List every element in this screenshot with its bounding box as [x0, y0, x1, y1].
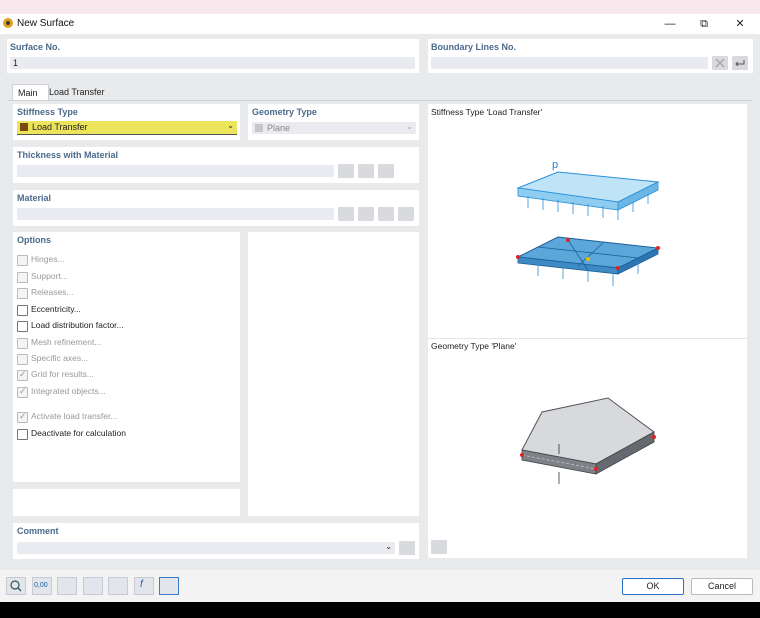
preview-divider — [428, 338, 747, 339]
boundary-lines-panel: Boundary Lines No. — [428, 39, 753, 73]
info-panel — [13, 489, 240, 516]
plane-geometry-illustration — [520, 397, 656, 484]
comment-label: Comment — [17, 526, 59, 536]
library-icon[interactable] — [338, 207, 354, 221]
chevron-down-icon: ⌄ — [385, 542, 392, 551]
cancel-button[interactable]: Cancel — [691, 578, 753, 595]
display-icon[interactable] — [83, 577, 103, 595]
title-bar: New Surface — ⧉ ✕ — [0, 14, 760, 34]
chevron-down-icon: ⌄ — [406, 122, 413, 131]
boundary-lines-input[interactable] — [431, 57, 708, 69]
new-material-icon[interactable] — [358, 207, 374, 221]
comment-panel: Comment ⌄ — [13, 523, 419, 559]
options-label: Options — [17, 235, 51, 245]
close-button[interactable]: ✕ — [726, 16, 754, 32]
edit-material-icon[interactable] — [378, 207, 394, 221]
stiffness-panel: Stiffness Type Load Transfer ⌄ — [13, 104, 240, 140]
function-icon[interactable]: f — [134, 577, 154, 595]
chevron-down-icon: ⌄ — [227, 121, 234, 130]
comment-edit-icon[interactable] — [399, 541, 415, 555]
load-symbol: p — [552, 159, 558, 171]
app-icon — [3, 18, 13, 28]
material-panel: Material — [13, 190, 419, 226]
grid-icon[interactable] — [57, 577, 77, 595]
search-icon[interactable] — [6, 577, 26, 595]
model-icon[interactable] — [108, 577, 128, 595]
pick-icon[interactable] — [712, 56, 728, 70]
minimize-button[interactable]: — — [656, 16, 684, 32]
window-title: New Surface — [17, 18, 75, 29]
surface-no-label: Surface No. — [10, 42, 61, 52]
ok-button[interactable]: OK — [622, 578, 684, 595]
boundary-lines-label: Boundary Lines No. — [431, 42, 517, 52]
units-icon[interactable]: 0,00 — [32, 577, 52, 595]
tab-load-transfer[interactable]: Load Transfer — [44, 84, 114, 100]
thickness-label: Thickness with Material — [17, 150, 119, 160]
geometry-label: Geometry Type — [252, 107, 317, 117]
geometry-select: Plane ⌄ — [252, 122, 416, 134]
stiffness-preview-caption: Stiffness Type 'Load Transfer' — [431, 107, 543, 117]
geometry-panel: Geometry Type Plane ⌄ — [248, 104, 419, 140]
option-details-panel — [248, 232, 419, 516]
load-transfer-illustration: p — [516, 159, 660, 286]
return-icon[interactable] — [732, 56, 748, 70]
view-icon[interactable] — [159, 577, 179, 595]
stiffness-label: Stiffness Type — [17, 107, 78, 117]
geometry-swatch — [255, 124, 263, 132]
preview-settings-icon[interactable] — [431, 540, 447, 554]
stiffness-select[interactable]: Load Transfer ⌄ — [17, 121, 237, 135]
surface-no-value: 1 — [13, 58, 19, 68]
surface-no-panel: Surface No. 1 — [7, 39, 419, 73]
stiffness-value: Load Transfer — [32, 122, 88, 132]
new-thickness-icon[interactable] — [338, 164, 354, 178]
thickness-panel: Thickness with Material — [13, 147, 419, 183]
delete-thickness-icon[interactable] — [378, 164, 394, 178]
options-panel: Options Hinges... Support... Releases...… — [13, 232, 240, 482]
top-strip — [0, 0, 760, 14]
dialog-window: New Surface — ⧉ ✕ Surface No. 1 Boundary… — [0, 14, 760, 602]
thickness-input[interactable] — [17, 165, 334, 177]
geometry-value: Plane — [267, 123, 291, 133]
surface-no-input[interactable]: 1 — [10, 57, 415, 69]
bottom-bar: 0,00 f OK Cancel — [0, 570, 760, 602]
comment-input[interactable]: ⌄ — [17, 542, 395, 554]
edit-thickness-icon[interactable] — [358, 164, 374, 178]
material-label: Material — [17, 193, 52, 203]
geometry-preview-caption: Geometry Type 'Plane' — [431, 341, 517, 351]
material-input[interactable] — [17, 208, 334, 220]
stiffness-swatch — [20, 123, 28, 131]
restore-button[interactable]: ⧉ — [690, 16, 718, 32]
preview-panel: Stiffness Type 'Load Transfer' p Geometr… — [428, 104, 747, 558]
delete-material-icon[interactable] — [398, 207, 414, 221]
